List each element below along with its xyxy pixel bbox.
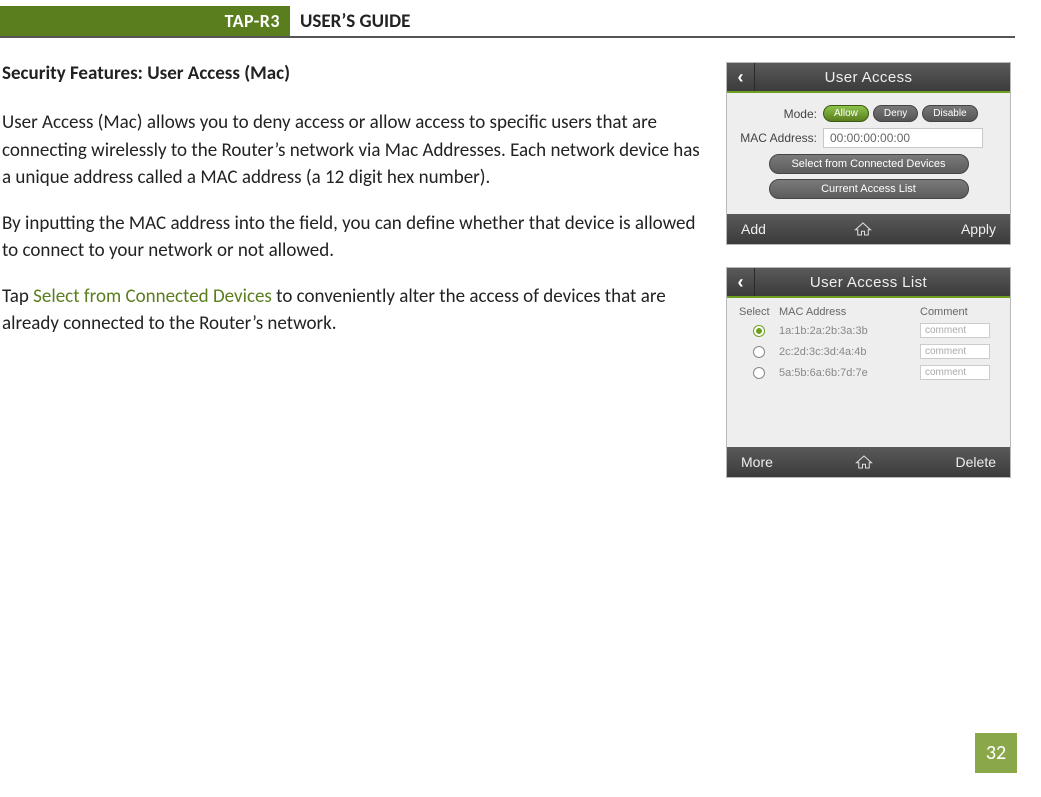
paragraph-2: By inputting the MAC address into the fi… — [2, 210, 706, 265]
user-access-screenshot: ‹ User Access Mode: Allow Deny Disable M… — [726, 62, 1011, 245]
row-radio[interactable] — [753, 367, 765, 379]
fig2-footer: More Delete — [727, 447, 1010, 477]
col-mac: MAC Address — [779, 306, 920, 318]
paragraph-3: Tap Select from Connected Devices to con… — [2, 283, 706, 338]
fig2-header: ‹ User Access List — [727, 268, 1010, 298]
page-number: 32 — [975, 733, 1017, 773]
mode-disable-button[interactable]: Disable — [922, 105, 977, 122]
add-button[interactable]: Add — [741, 221, 766, 237]
select-connected-devices-link: Select from Connected Devices — [33, 285, 272, 308]
row-mac: 5a:5b:6a:6b:7d:7e — [779, 367, 920, 379]
home-icon[interactable] — [854, 221, 872, 237]
mode-label: Mode: — [737, 107, 823, 121]
document-header: TAP-R3 USER’S GUIDE — [0, 6, 1041, 36]
paragraph-3-pre: Tap — [2, 285, 33, 308]
list-row: 5a:5b:6a:6b:7d:7e comment — [733, 362, 1004, 383]
col-comment: Comment — [920, 306, 998, 318]
fig1-header: ‹ User Access — [727, 63, 1010, 93]
product-badge: TAP-R3 — [0, 6, 290, 36]
mode-row: Mode: Allow Deny Disable — [737, 105, 1000, 122]
row-mac: 1a:1b:2a:2b:3a:3b — [779, 325, 920, 337]
row-radio[interactable] — [753, 325, 765, 337]
mac-address-input[interactable]: 00:00:00:00:00 — [823, 128, 983, 148]
list-header: Select MAC Address Comment — [733, 302, 1004, 320]
back-icon[interactable]: ‹ — [727, 268, 755, 296]
apply-button[interactable]: Apply — [961, 221, 996, 237]
select-from-connected-devices-button[interactable]: Select from Connected Devices — [769, 154, 969, 174]
paragraph-1: User Access (Mac) allows you to deny acc… — [2, 109, 706, 192]
mode-pill-group: Allow Deny Disable — [823, 105, 978, 122]
back-icon[interactable]: ‹ — [727, 63, 755, 91]
row-comment-input[interactable]: comment — [920, 323, 990, 338]
mode-allow-button[interactable]: Allow — [823, 105, 869, 122]
mac-label: MAC Address: — [737, 131, 823, 145]
list-row: 1a:1b:2a:2b:3a:3b comment — [733, 320, 1004, 341]
mac-row: MAC Address: 00:00:00:00:00 — [737, 128, 1000, 148]
col-select: Select — [739, 306, 779, 318]
fig1-title: User Access — [755, 69, 1010, 86]
section-title: Security Features: User Access (Mac) — [2, 62, 706, 85]
more-button[interactable]: More — [741, 454, 773, 470]
document-title: USER’S GUIDE — [290, 6, 1041, 36]
list-row: 2c:2d:3c:3d:4a:4b comment — [733, 341, 1004, 362]
home-icon[interactable] — [855, 454, 873, 470]
row-mac: 2c:2d:3c:3d:4a:4b — [779, 346, 920, 358]
mode-deny-button[interactable]: Deny — [873, 105, 918, 122]
row-comment-input[interactable]: comment — [920, 344, 990, 359]
row-radio[interactable] — [753, 346, 765, 358]
fig2-title: User Access List — [755, 274, 1010, 291]
user-access-list-screenshot: ‹ User Access List Select MAC Address Co… — [726, 267, 1011, 478]
delete-button[interactable]: Delete — [956, 454, 996, 470]
fig1-footer: Add Apply — [727, 214, 1010, 244]
row-comment-input[interactable]: comment — [920, 365, 990, 380]
current-access-list-button[interactable]: Current Access List — [769, 179, 969, 199]
